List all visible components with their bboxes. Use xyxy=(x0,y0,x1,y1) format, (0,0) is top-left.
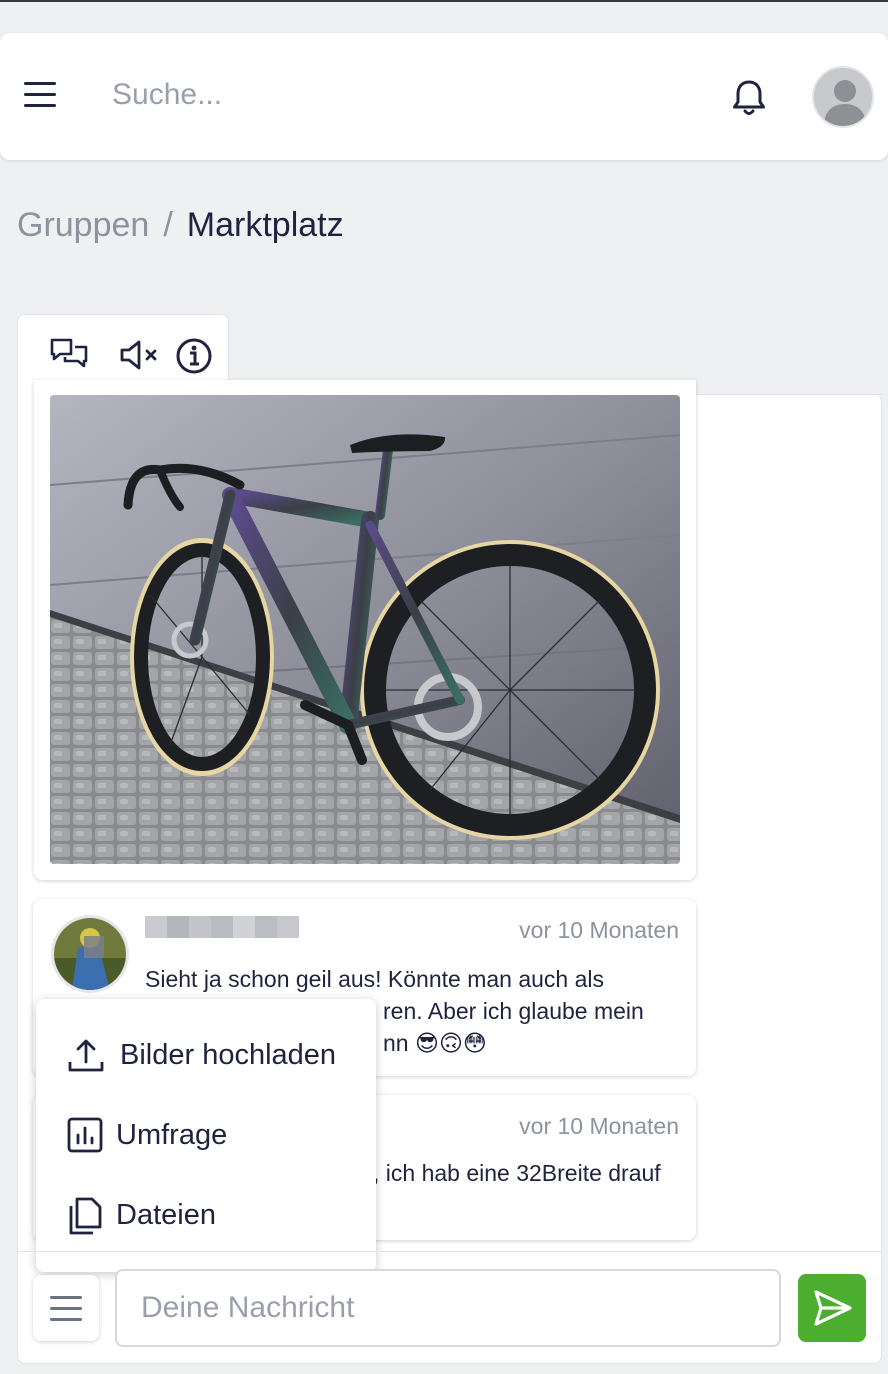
menu-item-upload-images[interactable]: Bilder hochladen xyxy=(36,1019,376,1089)
search-input[interactable] xyxy=(112,75,512,115)
bell-icon[interactable] xyxy=(730,78,768,118)
send-button[interactable] xyxy=(798,1274,866,1342)
info-icon[interactable] xyxy=(175,337,213,375)
files-icon xyxy=(69,1197,102,1235)
upload-icon xyxy=(68,1039,104,1072)
bike-photo[interactable] xyxy=(50,395,680,864)
message-timestamp: vor 10 Monaten xyxy=(519,917,679,943)
menu-item-poll[interactable]: Umfrage xyxy=(36,1099,376,1169)
cyclist-avatar-image xyxy=(54,918,126,990)
composer-divider xyxy=(17,1251,882,1252)
chat-bubbles-icon[interactable] xyxy=(49,337,89,371)
road-bike-image xyxy=(50,395,680,864)
sender-name-blurred xyxy=(145,916,299,938)
breadcrumb-separator: / xyxy=(163,206,173,244)
breadcrumb-groups-link[interactable]: Gruppen xyxy=(17,206,149,244)
attachment-menu-button[interactable] xyxy=(33,1275,99,1341)
menu-item-files[interactable]: Dateien xyxy=(36,1179,376,1249)
poll-chart-icon xyxy=(67,1117,103,1153)
breadcrumb-current: Marktplatz xyxy=(186,206,344,244)
breadcrumb: Gruppen / Marktplatz xyxy=(17,206,344,245)
window-top-edge xyxy=(0,0,888,2)
image-message-card xyxy=(34,380,696,880)
send-icon xyxy=(814,1290,852,1326)
speaker-muted-icon[interactable] xyxy=(119,339,165,371)
message-input[interactable] xyxy=(115,1269,781,1347)
user-avatar[interactable] xyxy=(812,66,874,128)
message-timestamp: vor 10 Monaten xyxy=(519,1113,679,1139)
attachment-menu: Bilder hochladen Umfrage Dateien xyxy=(36,999,376,1272)
hamburger-menu-icon[interactable] xyxy=(24,81,58,111)
sender-avatar[interactable] xyxy=(51,915,129,993)
